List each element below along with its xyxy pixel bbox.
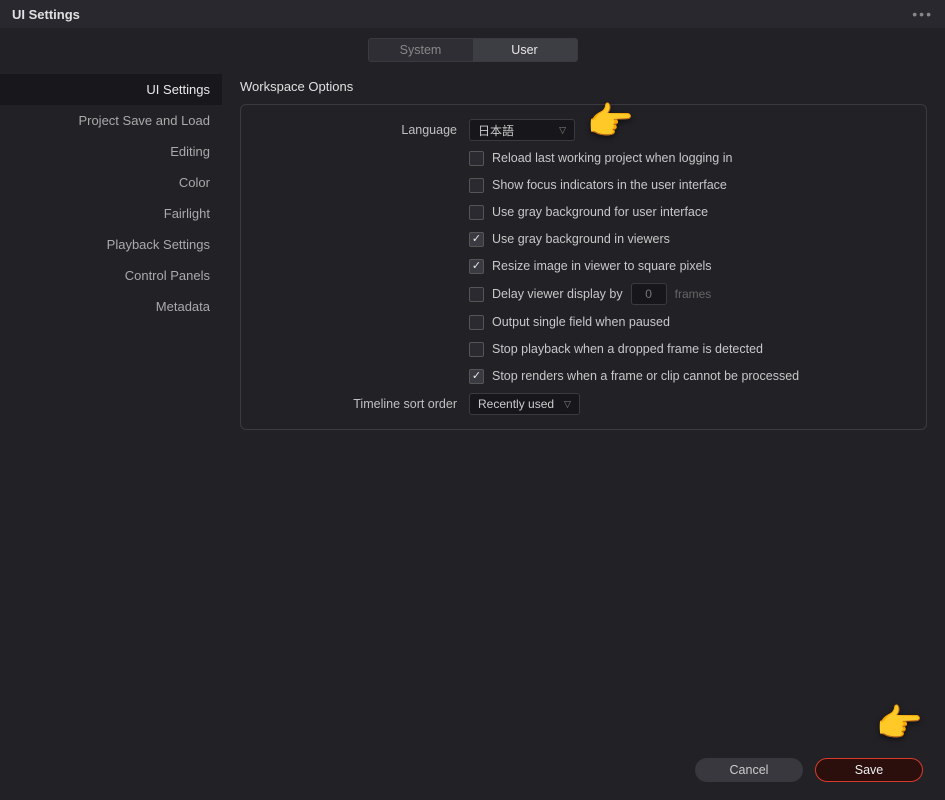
footer: Cancel Save	[695, 758, 923, 782]
main: UI Settings Project Save and Load Editin…	[0, 74, 945, 430]
language-value: 日本語	[478, 122, 514, 139]
sidebar-item-label: Project Save and Load	[78, 113, 210, 128]
sidebar-item-label: Color	[179, 175, 210, 190]
sidebar-item-label: Control Panels	[125, 268, 210, 283]
more-icon[interactable]: •••	[912, 6, 933, 22]
sidebar-item-playback[interactable]: Playback Settings	[0, 229, 222, 260]
sidebar-item-label: Metadata	[156, 299, 210, 314]
checkbox-reload[interactable]	[469, 151, 484, 166]
save-button[interactable]: Save	[815, 758, 923, 782]
row-focus: Show focus indicators in the user interf…	[259, 175, 908, 195]
checkbox-output-single[interactable]	[469, 315, 484, 330]
timeline-sort-value: Recently used	[478, 397, 554, 411]
checkbox-delay[interactable]	[469, 287, 484, 302]
content: Workspace Options Language 日本語 ▽ Reload …	[222, 74, 945, 430]
row-output-single: Output single field when paused	[259, 312, 908, 332]
label-focus: Show focus indicators in the user interf…	[492, 178, 727, 192]
checkbox-focus[interactable]	[469, 178, 484, 193]
tab-group: System User	[368, 38, 578, 62]
top-tabs: System User	[0, 38, 945, 62]
window-title: UI Settings	[12, 7, 80, 22]
sidebar-item-editing[interactable]: Editing	[0, 136, 222, 167]
tab-user[interactable]: User	[473, 39, 577, 61]
row-timeline-sort: Timeline sort order Recently used ▽	[259, 393, 908, 415]
section-title: Workspace Options	[240, 74, 927, 94]
cancel-button[interactable]: Cancel	[695, 758, 803, 782]
sidebar-item-ui-settings[interactable]: UI Settings	[0, 74, 222, 105]
sidebar-item-project-save[interactable]: Project Save and Load	[0, 105, 222, 136]
timeline-sort-select[interactable]: Recently used ▽	[469, 393, 580, 415]
pointing-hand-icon: 👈	[877, 702, 924, 746]
sidebar-item-label: Editing	[170, 144, 210, 159]
row-graybg-ui: Use gray background for user interface	[259, 202, 908, 222]
chevron-down-icon: ▽	[564, 399, 571, 410]
titlebar: UI Settings •••	[0, 0, 945, 28]
delay-input[interactable]	[631, 283, 667, 305]
settings-panel: Language 日本語 ▽ Reload last working proje…	[240, 104, 927, 430]
language-select[interactable]: 日本語 ▽	[469, 119, 575, 141]
chevron-down-icon: ▽	[559, 125, 566, 136]
label-graybg-viewer: Use gray background in viewers	[492, 232, 670, 246]
sidebar: UI Settings Project Save and Load Editin…	[0, 74, 222, 430]
row-language: Language 日本語 ▽	[259, 119, 908, 141]
sidebar-item-label: Fairlight	[164, 206, 210, 221]
row-resize: Resize image in viewer to square pixels	[259, 256, 908, 276]
label-stop-playback: Stop playback when a dropped frame is de…	[492, 342, 763, 356]
row-delay: Delay viewer display by frames	[259, 283, 908, 305]
label-language: Language	[259, 123, 469, 137]
row-stop-renders: Stop renders when a frame or clip cannot…	[259, 366, 908, 386]
tab-system[interactable]: System	[369, 39, 473, 61]
sidebar-item-control-panels[interactable]: Control Panels	[0, 260, 222, 291]
label-reload: Reload last working project when logging…	[492, 151, 732, 165]
sidebar-item-label: UI Settings	[146, 82, 210, 97]
label-graybg-ui: Use gray background for user interface	[492, 205, 708, 219]
label-output-single: Output single field when paused	[492, 315, 670, 329]
label-resize: Resize image in viewer to square pixels	[492, 259, 712, 273]
checkbox-stop-renders[interactable]	[469, 369, 484, 384]
row-graybg-viewer: Use gray background in viewers	[259, 229, 908, 249]
checkbox-graybg-viewer[interactable]	[469, 232, 484, 247]
row-reload: Reload last working project when logging…	[259, 148, 908, 168]
label-timeline-sort: Timeline sort order	[259, 397, 469, 411]
checkbox-graybg-ui[interactable]	[469, 205, 484, 220]
checkbox-resize[interactable]	[469, 259, 484, 274]
sidebar-item-label: Playback Settings	[107, 237, 210, 252]
label-delay: Delay viewer display by	[492, 287, 623, 301]
sidebar-item-fairlight[interactable]: Fairlight	[0, 198, 222, 229]
sidebar-item-color[interactable]: Color	[0, 167, 222, 198]
checkbox-stop-playback[interactable]	[469, 342, 484, 357]
delay-unit: frames	[675, 287, 712, 301]
row-stop-playback: Stop playback when a dropped frame is de…	[259, 339, 908, 359]
sidebar-item-metadata[interactable]: Metadata	[0, 291, 222, 322]
label-stop-renders: Stop renders when a frame or clip cannot…	[492, 369, 799, 383]
